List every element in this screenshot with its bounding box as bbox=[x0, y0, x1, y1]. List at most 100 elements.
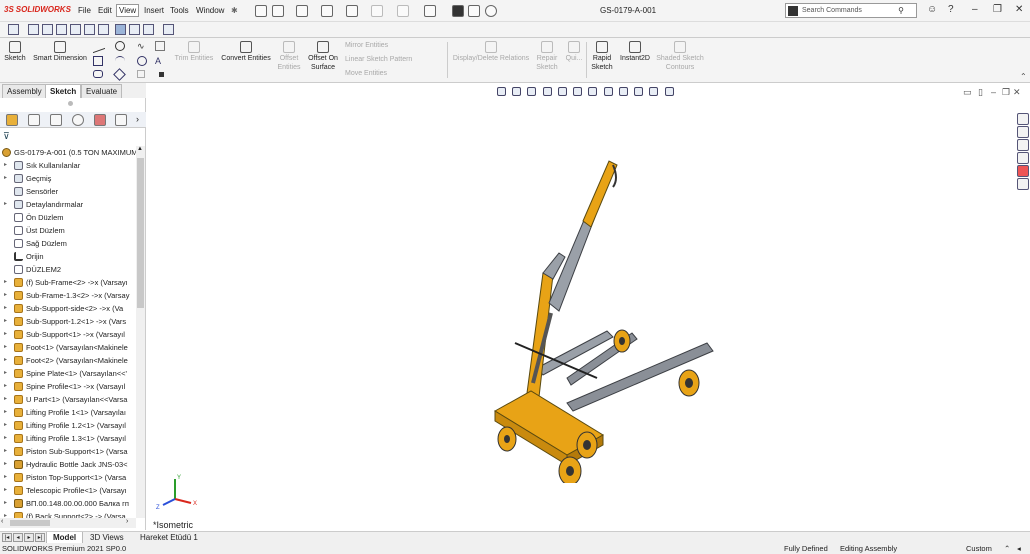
open-icon[interactable] bbox=[296, 5, 308, 17]
display-style-icon[interactable] bbox=[588, 87, 598, 96]
view-front-icon[interactable] bbox=[42, 24, 53, 35]
tree-vertical-scrollbar[interactable]: ▲ bbox=[136, 146, 145, 518]
search-icon[interactable]: ⚲ bbox=[898, 6, 904, 15]
crane-model[interactable] bbox=[467, 153, 727, 483]
point-icon[interactable] bbox=[159, 72, 164, 77]
anchor-icon[interactable] bbox=[8, 24, 19, 35]
file-explorer-icon[interactable] bbox=[1017, 139, 1029, 151]
expand-arrow-icon[interactable]: ▸ bbox=[4, 354, 7, 367]
status-bar-menu-icon[interactable]: ◂ bbox=[1017, 544, 1021, 553]
tree-item[interactable]: DÜZLEM2 bbox=[0, 263, 136, 276]
expand-arrow-icon[interactable]: ▸ bbox=[4, 198, 7, 211]
text-icon[interactable]: A bbox=[155, 56, 165, 66]
prev-tab-icon[interactable]: ◂ bbox=[13, 533, 23, 542]
edit-appearance-icon[interactable] bbox=[618, 87, 628, 96]
display-pane-icon[interactable] bbox=[664, 87, 674, 96]
new-document-icon[interactable] bbox=[272, 5, 284, 17]
menu-file[interactable]: File bbox=[78, 6, 91, 15]
tree-item[interactable]: ▸ Hydraulic Bottle Jack JNS-03< bbox=[0, 458, 136, 471]
tree-root[interactable]: GS-0179-A-001 (0.5 TON MAXIMUM bbox=[2, 146, 147, 159]
apply-scene-icon[interactable] bbox=[634, 87, 644, 96]
section-view-icon[interactable] bbox=[542, 87, 552, 96]
help-icon[interactable]: ? bbox=[948, 4, 954, 15]
shaded-sketch-contours-button[interactable]: Shaded Sketch Contours bbox=[655, 41, 705, 72]
collapse-chevron-icon[interactable]: ⌃ bbox=[1020, 72, 1027, 81]
viewport-split-icon[interactable]: ▯ bbox=[978, 87, 983, 98]
tree-item[interactable]: ▸ Spine Profile<1> ->x (Varsayıl bbox=[0, 380, 136, 393]
expand-arrow-icon[interactable]: ▸ bbox=[4, 458, 7, 471]
menu-window[interactable]: Window bbox=[196, 6, 224, 15]
offset-entities-button[interactable]: Offset Entities bbox=[274, 41, 304, 72]
tree-item[interactable]: Orijin bbox=[0, 250, 136, 263]
smart-dimension-button[interactable]: Smart Dimension bbox=[30, 41, 90, 63]
scroll-left-icon[interactable]: ‹ bbox=[1, 518, 3, 525]
restore-icon[interactable]: ❐ bbox=[993, 4, 1002, 15]
user-icon[interactable]: ☺ bbox=[927, 4, 937, 15]
tab-assembly[interactable]: Assembly bbox=[2, 84, 47, 98]
dimxpert-icon[interactable] bbox=[72, 114, 84, 126]
display-delete-relations-button[interactable]: Display/Delete Relations bbox=[450, 41, 532, 63]
tree-item[interactable]: ▸ Telescopic Profile<1> (Varsayı bbox=[0, 484, 136, 497]
tree-item[interactable]: ▸ Lifting Profile 1.3<1> (Varsayıl bbox=[0, 432, 136, 445]
tree-item[interactable]: ▸ (f) Sub-Frame<2> ->x (Varsayı bbox=[0, 276, 136, 289]
feature-manager-icon[interactable] bbox=[6, 114, 18, 126]
plane-icon[interactable] bbox=[155, 41, 165, 51]
expand-arrow-icon[interactable]: ▸ bbox=[4, 393, 7, 406]
menu-edit[interactable]: Edit bbox=[98, 6, 112, 15]
tree-horizontal-scrollbar[interactable]: ‹ › bbox=[0, 518, 136, 528]
tree-item[interactable]: ▸ Piston Top-Support<1> (Varsa bbox=[0, 471, 136, 484]
arc-icon[interactable] bbox=[115, 56, 125, 66]
custom-properties-icon[interactable] bbox=[1017, 178, 1029, 190]
last-tab-icon[interactable]: ▸| bbox=[35, 533, 45, 542]
quick-snaps-button[interactable]: Qui... bbox=[563, 41, 585, 63]
design-library-icon[interactable] bbox=[1017, 126, 1029, 138]
tree-item[interactable]: Üst Düzlem bbox=[0, 224, 136, 237]
solidworks-logo[interactable]: 3S SOLIDWORKS bbox=[4, 5, 71, 14]
units-dropdown-icon[interactable]: ⌃ bbox=[1004, 544, 1010, 553]
zoom-to-fit-icon[interactable] bbox=[497, 87, 506, 96]
scrollbar-thumb[interactable] bbox=[137, 158, 144, 308]
slot-icon[interactable] bbox=[93, 70, 103, 78]
save-icon[interactable] bbox=[321, 5, 333, 17]
tab-evaluate[interactable]: Evaluate bbox=[81, 84, 123, 98]
first-tab-icon[interactable]: |◂ bbox=[2, 533, 12, 542]
configuration-manager-icon[interactable] bbox=[50, 114, 62, 126]
instant2d-button[interactable]: Instant2D bbox=[617, 41, 653, 63]
view-right-icon[interactable] bbox=[70, 24, 81, 35]
tree-item[interactable]: ▸ Lifting Profile 1<1> (Varsayılaı bbox=[0, 406, 136, 419]
drag-handle[interactable] bbox=[68, 101, 73, 106]
print-icon[interactable] bbox=[346, 5, 358, 17]
rapid-sketch-button[interactable]: Rapid Sketch bbox=[589, 41, 615, 72]
pin-icon[interactable]: ✱ bbox=[231, 6, 238, 15]
search-input[interactable]: Search Commands bbox=[802, 7, 862, 14]
expand-arrow-icon[interactable]: ▸ bbox=[4, 406, 7, 419]
hide-show-items-icon[interactable] bbox=[603, 87, 613, 96]
expand-arrow-icon[interactable]: ▸ bbox=[4, 432, 7, 445]
view-back-icon[interactable] bbox=[84, 24, 95, 35]
expand-arrow-icon[interactable]: ▸ bbox=[4, 471, 7, 484]
rectangle-icon[interactable] bbox=[93, 56, 103, 66]
view-top-icon[interactable] bbox=[56, 24, 67, 35]
cam-icon[interactable] bbox=[115, 114, 127, 126]
close-icon[interactable]: ✕ bbox=[1015, 4, 1023, 15]
expand-arrow-icon[interactable]: ▸ bbox=[4, 341, 7, 354]
expand-arrow-icon[interactable]: ▸ bbox=[4, 328, 7, 341]
zoom-to-area-icon[interactable] bbox=[512, 87, 522, 96]
expand-arrow-icon[interactable]: ▸ bbox=[4, 367, 7, 380]
expand-arrow-icon[interactable]: ▸ bbox=[4, 289, 7, 302]
display-manager-icon[interactable] bbox=[94, 114, 106, 126]
tree-item[interactable]: ▸ Foot<2> (Varsayılan<Makinele bbox=[0, 354, 136, 367]
tree-item[interactable]: ▸ Foot<1> (Varsayılan<Makinele bbox=[0, 341, 136, 354]
repair-sketch-button[interactable]: Repair Sketch bbox=[534, 41, 560, 72]
menu-tools[interactable]: Tools bbox=[170, 6, 189, 15]
fillet-icon[interactable] bbox=[137, 70, 145, 78]
menu-view[interactable]: View bbox=[116, 4, 140, 17]
linear-sketch-pattern-button[interactable]: Linear Sketch Pattern bbox=[345, 56, 412, 63]
view-dimetric-icon[interactable] bbox=[143, 24, 154, 35]
view-orientation-icon[interactable] bbox=[573, 87, 583, 96]
scroll-right-icon[interactable]: › bbox=[126, 518, 128, 525]
sketch-button[interactable]: Sketch bbox=[3, 41, 27, 63]
undo-icon[interactable] bbox=[371, 5, 383, 17]
expand-arrow-icon[interactable]: ▸ bbox=[4, 497, 7, 510]
view-orient-icon[interactable] bbox=[28, 24, 39, 35]
